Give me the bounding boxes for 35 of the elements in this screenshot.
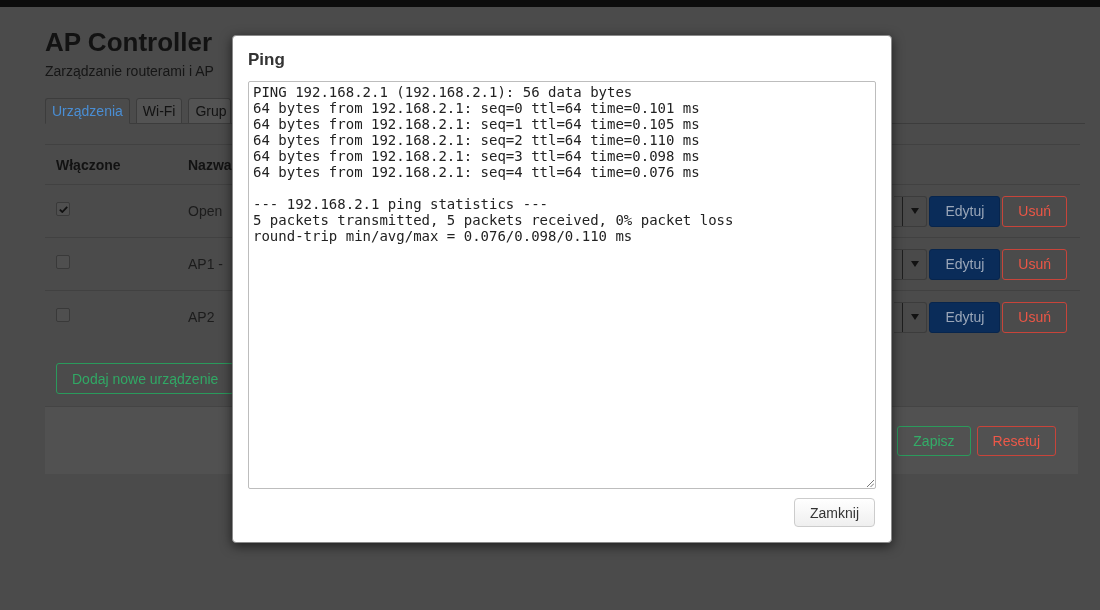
output-line: 64 bytes from 192.168.2.1: seq=0 ttl=64 time=0.101 ms [253, 100, 700, 116]
output-line: PING 192.168.2.1 (192.168.2.1): 56 data bytes [253, 84, 633, 100]
page-title: AP Controller [45, 27, 213, 57]
checkmark-icon [58, 205, 68, 213]
output-line: 64 bytes from 192.168.2.1: seq=3 ttl=64 time=0.098 ms [253, 148, 700, 164]
delete-button[interactable]: Usuń [1002, 195, 1067, 227]
output-line: 64 bytes from 192.168.2.1: seq=1 ttl=64 time=0.105 ms [253, 116, 700, 132]
output-line: 5 packets transmitted, 5 packets received, 0% packet loss [253, 212, 734, 228]
delete-button[interactable]: Usuń [1002, 301, 1067, 333]
tab[interactable]: Wi-Fi [135, 98, 183, 124]
caret-icon [910, 208, 919, 214]
dropdown-field[interactable] [894, 248, 928, 280]
edit-button[interactable]: Edytuj [929, 248, 1001, 280]
tab[interactable]: Urządzenia [45, 98, 130, 124]
output-line: --- 192.168.2.1 ping statistics --- [253, 196, 548, 212]
column-header: Włączone [56, 156, 121, 173]
dialog-title: Ping [248, 50, 285, 70]
save-button[interactable]: Zapisz [897, 425, 971, 456]
edit-button[interactable]: Edytuj [929, 301, 1001, 333]
caret-icon [910, 314, 919, 320]
ping-output-field[interactable] [248, 81, 876, 489]
dropdown-field[interactable] [894, 301, 928, 333]
resize-grip-icon [866, 479, 874, 487]
dropdown-field[interactable] [894, 195, 928, 227]
tab[interactable]: Grup [188, 98, 231, 124]
checkbox[interactable] [56, 202, 70, 216]
output-line: 64 bytes from 192.168.2.1: seq=2 ttl=64 time=0.110 ms [253, 132, 700, 148]
edit-button[interactable]: Edytuj [929, 195, 1001, 227]
delete-button[interactable]: Usuń [1002, 248, 1067, 280]
close-button[interactable]: Zamknij [794, 498, 875, 527]
reset-button[interactable]: Resetuj [976, 425, 1056, 456]
column-header: Nazwa [188, 156, 232, 173]
caret-icon [910, 261, 919, 267]
output-line: round-trip min/avg/max = 0.076/0.098/0.110 ms [253, 228, 633, 244]
output-line: 64 bytes from 192.168.2.1: seq=4 ttl=64 time=0.076 ms [253, 164, 700, 180]
